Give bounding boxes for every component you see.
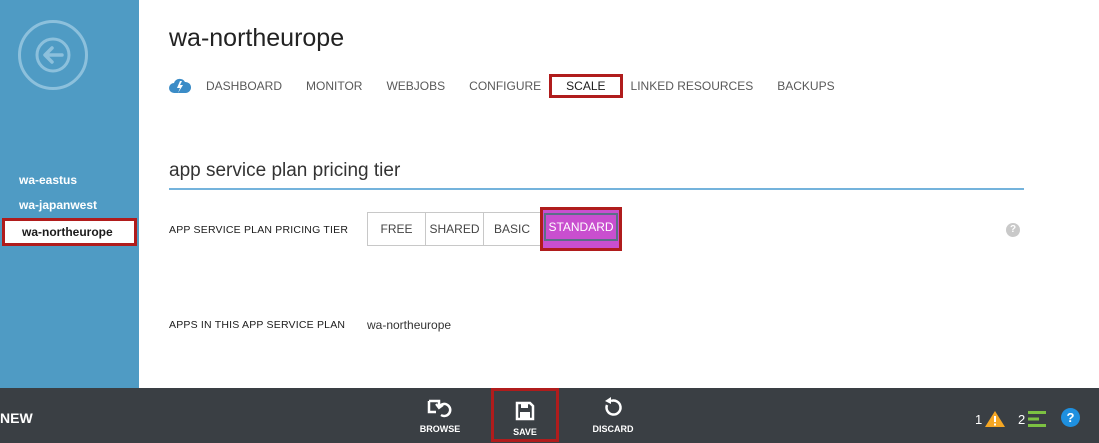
discard-button[interactable]: DISCARD [583,388,643,443]
tier-shared-option[interactable]: SHARED [425,212,484,246]
section-title: app service plan pricing tier [169,160,1024,190]
tab-linked-resources[interactable]: LINKED RESOURCES [631,74,754,98]
tab-scale[interactable]: SCALE [549,74,623,98]
discard-label: DISCARD [592,424,634,434]
save-button[interactable]: SAVE [491,388,559,442]
back-button[interactable] [18,20,88,90]
command-bar: NEW BROWSE SAVE DISCARD 1 2 ? [0,388,1099,443]
tab-configure[interactable]: CONFIGURE [469,74,541,98]
pricing-tier-label: APP SERVICE PLAN PRICING TIER [169,224,349,236]
sidebar: wa-eastus wa-japanwest wa-northeurope [0,0,139,388]
tier-free-option[interactable]: FREE [367,212,426,246]
warnings-indicator[interactable]: 1 [975,410,1006,428]
browse-label: BROWSE [419,424,461,434]
warning-icon [985,411,1006,427]
apps-in-plan-value: wa-northeurope [367,318,452,332]
pricing-tier-selector: FREE SHARED BASIC STANDARD [367,207,622,251]
save-icon [515,401,535,421]
activity-count: 2 [1018,411,1026,427]
tier-basic-option[interactable]: BASIC [483,212,541,246]
tab-monitor[interactable]: MONITOR [306,74,362,98]
help-question-icon[interactable]: ? [1061,408,1080,427]
new-button[interactable]: NEW [0,410,33,426]
quickstart-cloud-icon[interactable] [169,76,193,96]
site-item-wa-northeurope[interactable]: wa-northeurope [2,218,137,246]
discard-icon [605,397,622,416]
apps-in-plan-label: APPS IN THIS APP SERVICE PLAN [169,319,346,331]
tier-standard-label: STANDARD [544,213,618,241]
tab-bar: DASHBOARD MONITOR WEBJOBS CONFIGURE SCAL… [169,74,859,98]
site-item-wa-eastus[interactable]: wa-eastus [0,168,139,193]
browse-icon [427,399,452,418]
browse-button[interactable]: BROWSE [410,388,470,443]
activity-indicator[interactable]: 2 [1018,410,1047,428]
tab-dashboard[interactable]: DASHBOARD [206,74,282,98]
site-list: wa-eastus wa-japanwest wa-northeurope [0,168,139,246]
help-icon[interactable]: ? [1006,223,1020,237]
page-title: wa-northeurope [169,24,345,52]
activity-list-icon [1028,411,1047,427]
tab-webjobs[interactable]: WEBJOBS [386,74,445,98]
warnings-count: 1 [975,411,983,427]
tab-backups[interactable]: BACKUPS [777,74,834,98]
tier-standard-option[interactable]: STANDARD [540,207,622,251]
back-arrow-icon [35,37,71,73]
site-item-wa-japanwest[interactable]: wa-japanwest [0,193,139,218]
save-label: SAVE [513,427,537,437]
